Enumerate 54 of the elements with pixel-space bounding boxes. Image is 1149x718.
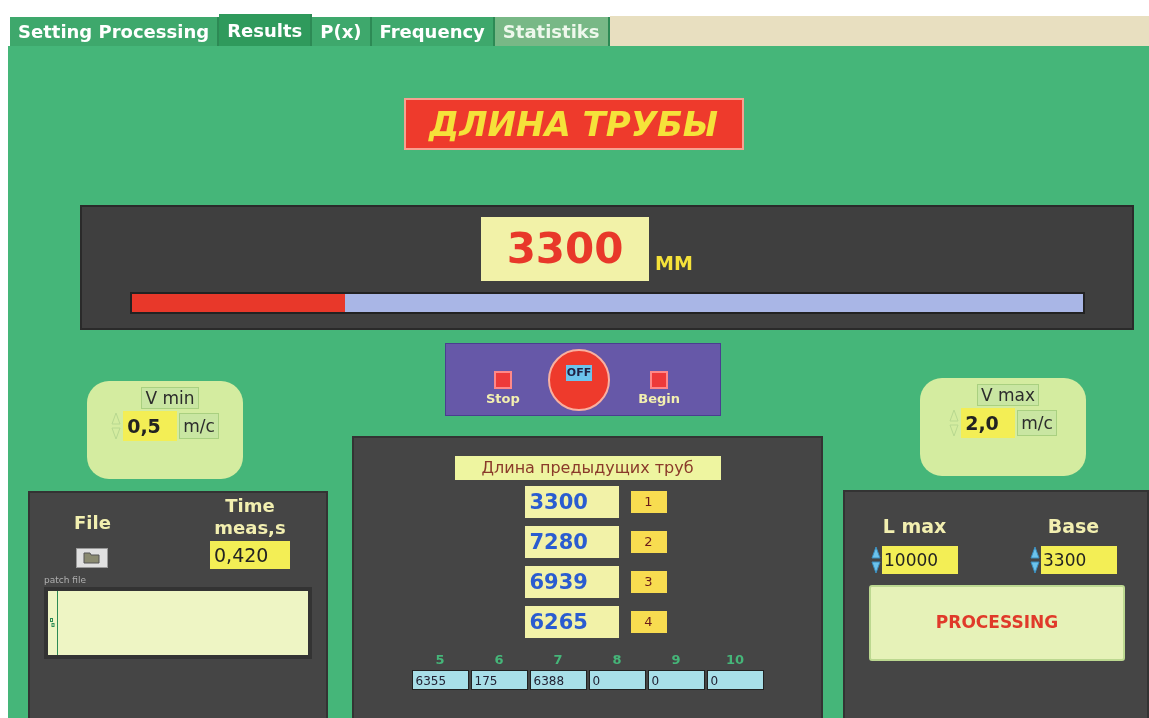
folder-icon <box>83 552 102 564</box>
time-label: Time meas,s <box>213 495 287 539</box>
unit-label: MM <box>655 250 693 276</box>
speed-label: V max <box>976 384 1040 406</box>
unit-label: m/c <box>1017 410 1057 436</box>
extra-value: 175 <box>470 669 528 690</box>
extra-index: 6 <box>494 651 504 669</box>
history-value: 7280 <box>524 526 619 558</box>
begin-led-button[interactable] <box>650 370 669 389</box>
path-field[interactable] <box>44 587 312 659</box>
setting-field[interactable]: 3300 <box>1041 545 1117 574</box>
extra-value: 0 <box>647 669 705 690</box>
extra-value: 6355 <box>411 669 469 690</box>
spinner-icon[interactable] <box>871 544 881 575</box>
extra-index: 7 <box>553 651 563 669</box>
setting-label: Base <box>1047 514 1100 539</box>
tab[interactable]: Frequency <box>371 17 495 46</box>
history-index: 1 <box>630 491 667 513</box>
folder-button[interactable] <box>76 548 109 568</box>
extra-index: 5 <box>435 651 445 669</box>
history-value: 6939 <box>524 566 619 598</box>
path-marker-icon <box>50 618 55 628</box>
spinner-icon[interactable] <box>1030 544 1040 575</box>
extra-value: 0 <box>588 669 646 690</box>
speed-field[interactable]: 2,0 <box>961 408 1016 438</box>
path-label: patch file <box>44 575 87 585</box>
setting-field[interactable]: 10000 <box>882 545 958 574</box>
history-value: 3300 <box>524 486 619 518</box>
history-index: 3 <box>630 571 667 593</box>
extra-index: 10 <box>725 651 745 669</box>
history-index: 2 <box>630 531 667 553</box>
unit-label: m/c <box>179 413 219 439</box>
extra-value: 6388 <box>529 669 587 690</box>
tab[interactable]: P(x) <box>312 17 372 46</box>
setting-label: L max <box>882 514 947 539</box>
begin-label: Begin <box>638 389 680 408</box>
extra-value: 0 <box>706 669 764 690</box>
processing-button[interactable]: PROCESSING <box>869 584 1125 661</box>
stop-led-button[interactable] <box>493 370 512 389</box>
extra-index: 8 <box>612 651 622 669</box>
speed-field[interactable]: 0,5 <box>123 411 178 441</box>
power-switch[interactable]: OFF <box>548 348 611 411</box>
length-display: 3300 <box>481 217 650 281</box>
extra-index: 9 <box>671 651 681 669</box>
history-index: 4 <box>630 611 667 633</box>
title-banner: ДЛИНА ТРУБЫ <box>403 98 744 150</box>
file-label: File <box>74 511 111 535</box>
time-field: 0,420 <box>210 541 290 569</box>
history-title: Длина предыдущих труб <box>454 456 721 480</box>
tab[interactable]: Results <box>219 14 313 46</box>
stop-label: Stop <box>486 389 520 408</box>
tab[interactable]: Setting Processing <box>10 17 220 46</box>
speed-label: V min <box>141 387 199 409</box>
history-value: 6265 <box>524 606 619 638</box>
